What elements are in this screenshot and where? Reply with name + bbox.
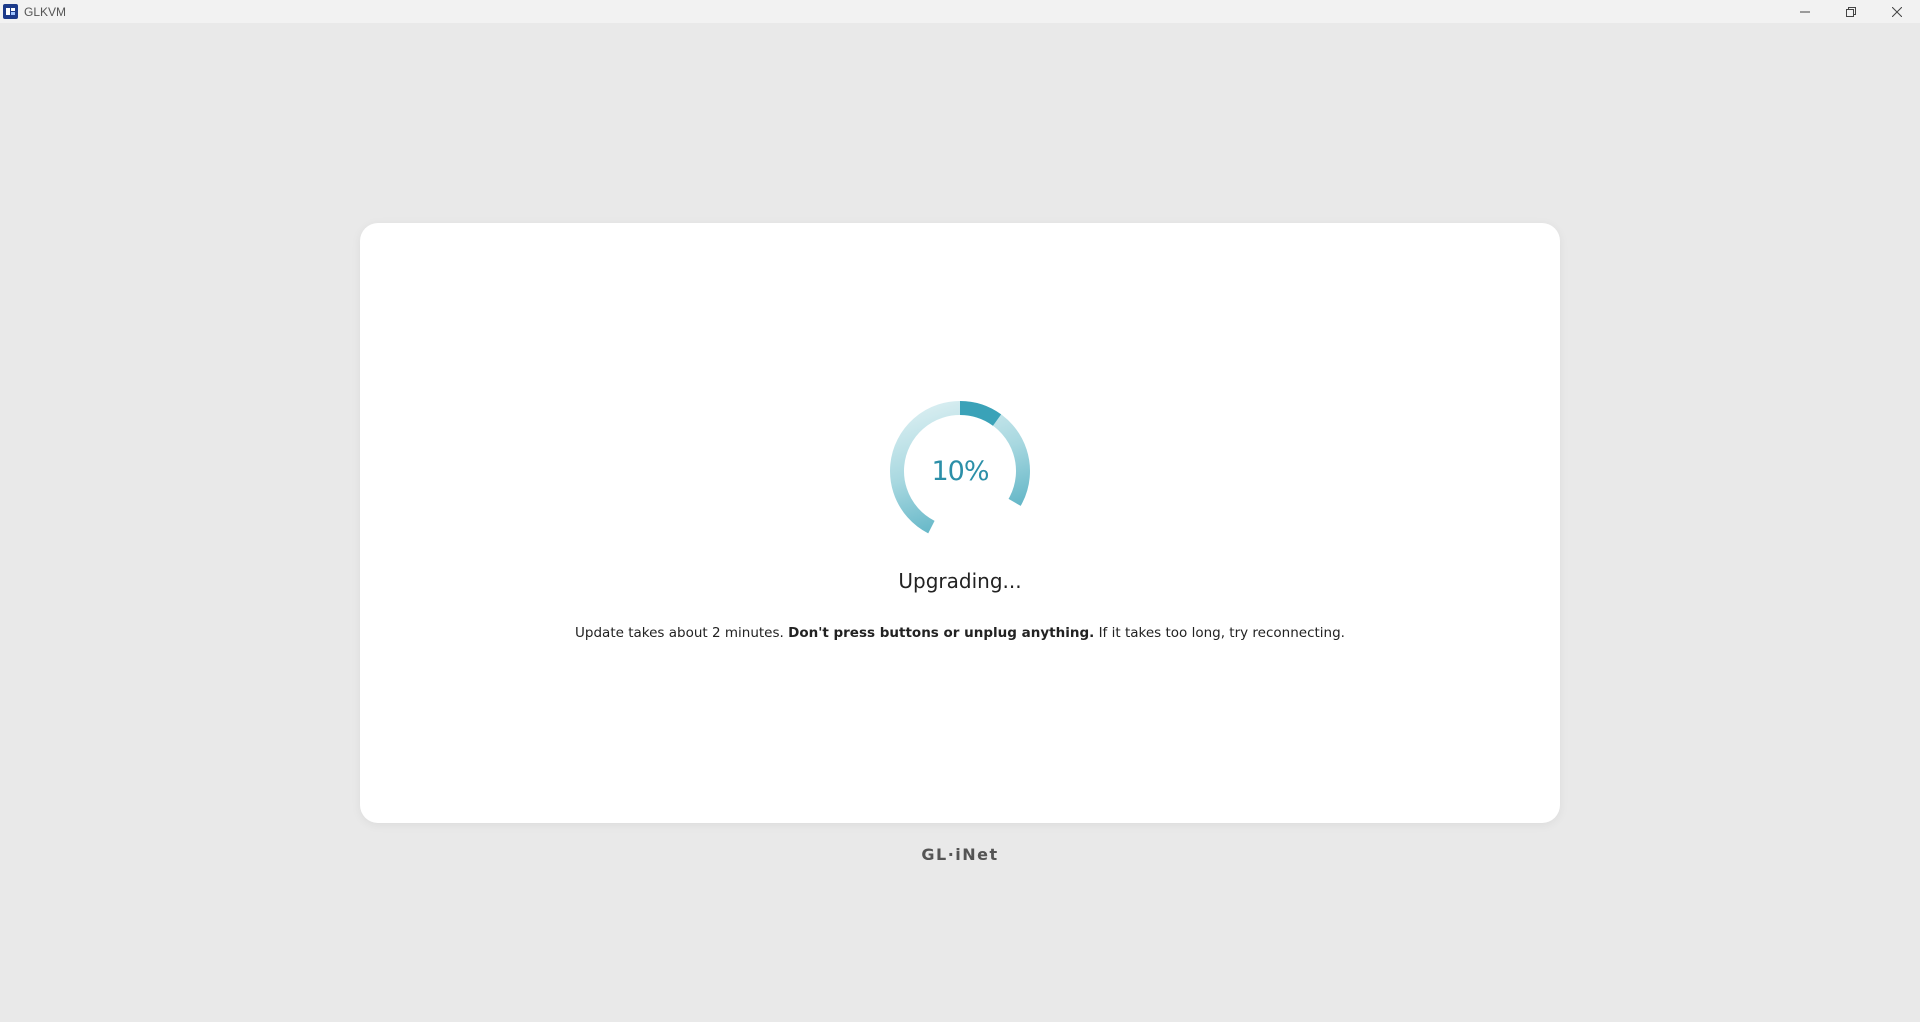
minimize-button[interactable] xyxy=(1782,0,1828,23)
upgrade-card: 10% Upgrading... Update takes about 2 mi… xyxy=(360,223,1560,823)
maximize-icon xyxy=(1846,6,1856,17)
progress-ring: 10% xyxy=(889,400,1031,542)
message-end: If it takes too long, try reconnecting. xyxy=(1098,625,1345,641)
window-title: GLKVM xyxy=(24,4,67,19)
close-icon xyxy=(1892,6,1902,17)
minimize-icon xyxy=(1800,11,1810,12)
gl-inet-logo: GL·iNet xyxy=(921,845,999,864)
window-controls xyxy=(1782,0,1920,23)
close-button[interactable] xyxy=(1874,0,1920,23)
glkvm-app-icon xyxy=(3,4,18,19)
message-start: Update takes about 2 minutes. xyxy=(575,625,784,641)
upgrade-title: Upgrading... xyxy=(898,569,1022,593)
progress-percent: 10% xyxy=(931,455,989,487)
maximize-button[interactable] xyxy=(1828,0,1874,23)
app-window: GLKVM 10% Upgrading... Update takes abou… xyxy=(0,0,1920,1022)
message-warning: Don't press buttons or unplug anything. xyxy=(788,625,1095,641)
title-bar: GLKVM xyxy=(0,0,1920,23)
upgrade-message: Update takes about 2 minutes. Don't pres… xyxy=(360,625,1560,641)
